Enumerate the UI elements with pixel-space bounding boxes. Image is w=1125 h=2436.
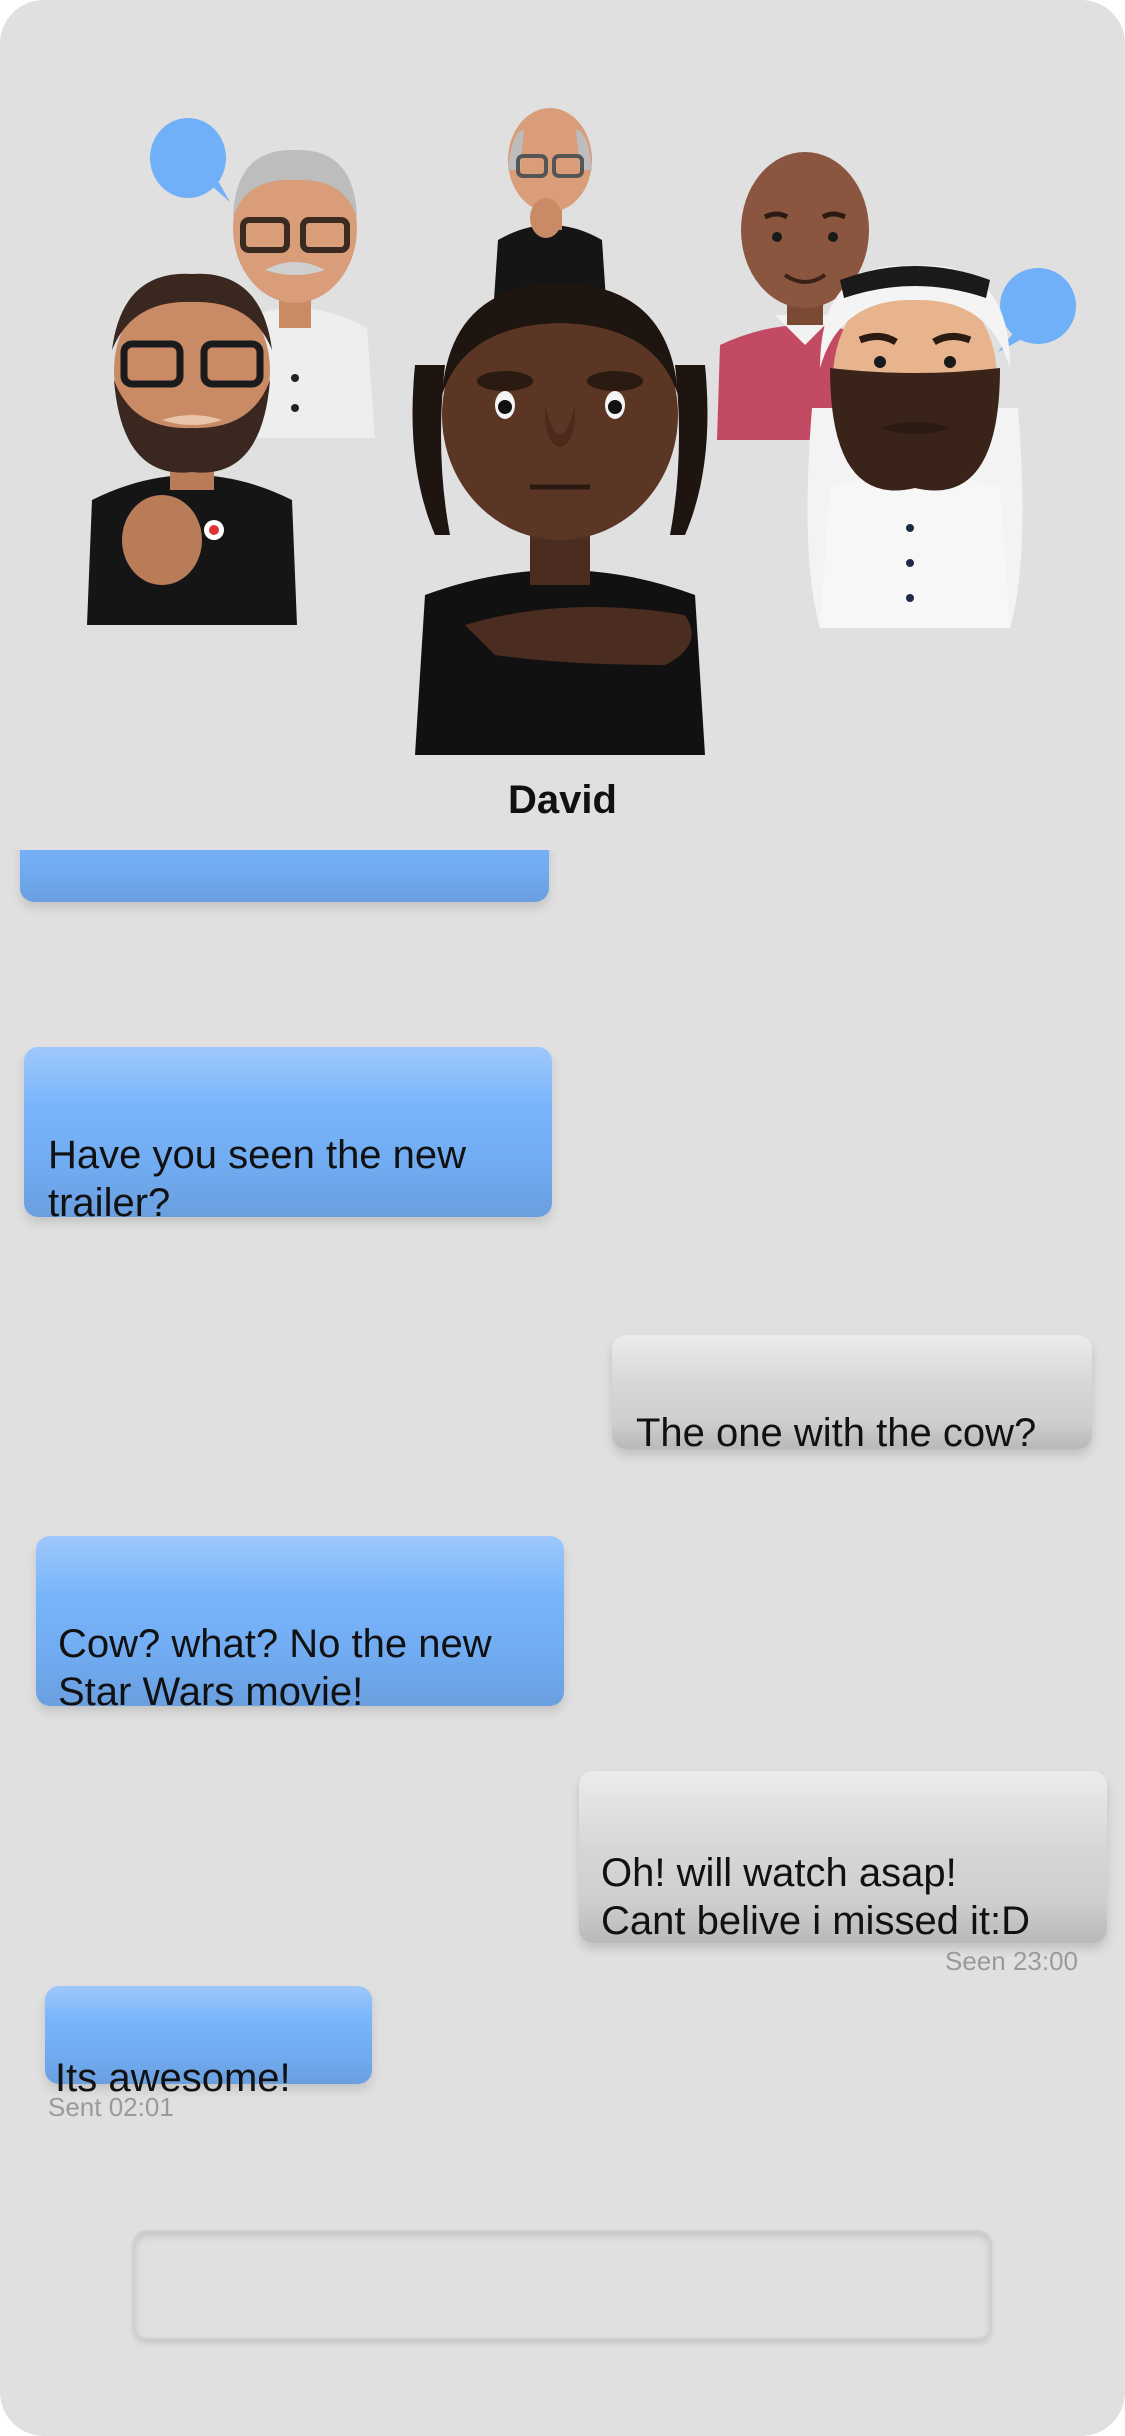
message-bubble-outgoing: The one with the cow? [612,1335,1092,1455]
message-text: The one with the cow? [636,1411,1037,1455]
chat-header: David [0,0,1125,850]
sent-status: Sent 02:01 [48,2092,174,2122]
message-bubble-incoming: Have you seen the new trailer? [24,1047,552,1225]
message-bubble-outgoing: Oh! will watch asap! Cant belive i misse… [579,1771,1107,1943]
message-bubble-incoming: Its awesome! [45,1986,372,2100]
contact-name: David [508,778,617,822]
message-text: Oh! will watch asap! Cant belive i misse… [601,1851,1031,1943]
avatar-bearded-man [82,250,302,630]
message-text: Have you seen the new trailer? [48,1133,467,1225]
message-input[interactable] [133,2230,992,2340]
avatar-david [405,265,715,765]
message-bubble-incoming: Cow? what? No the new Star Wars movie! [36,1536,564,1714]
message-text: Cow? what? No the new Star Wars movie! [58,1622,492,1714]
chat-screen: Have you seen the new trailer? The one w… [0,0,1125,2436]
avatar-keffiyeh-man [800,258,1030,638]
seen-status: Seen 23:00 [944,1946,1078,1976]
